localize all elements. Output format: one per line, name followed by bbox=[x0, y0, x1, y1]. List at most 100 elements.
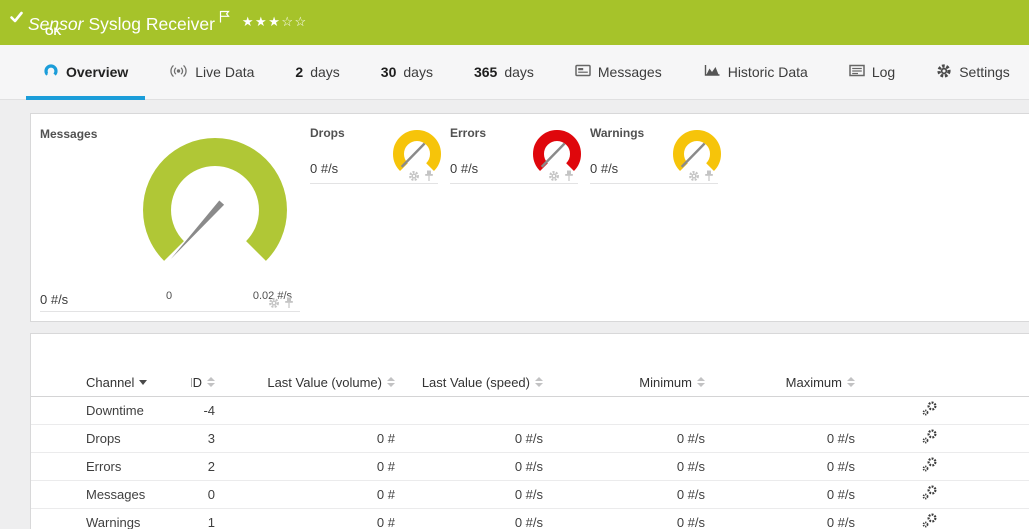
message-card-icon bbox=[575, 64, 591, 80]
column-header-last-value-speed[interactable]: Last Value (speed) bbox=[401, 375, 549, 390]
pin-icon[interactable] bbox=[704, 170, 714, 182]
channel-settings-icon[interactable] bbox=[921, 429, 938, 445]
gauge-scale-min: 0 bbox=[166, 290, 172, 302]
channel-id: 0 bbox=[191, 487, 221, 502]
tab-30-days[interactable]: 30 days bbox=[364, 45, 450, 99]
last-value-speed: 0 #/s bbox=[401, 431, 549, 446]
last-value-volume: 0 # bbox=[221, 459, 401, 474]
tab-historic-data[interactable]: Historic Data bbox=[686, 45, 825, 99]
column-header-last-value-volume[interactable]: Last Value (volume) bbox=[221, 375, 401, 390]
gauges-panel: Messages 0 0.02 #/s 0 #/s Drops 0 #/s bbox=[30, 113, 1029, 322]
last-value-volume: 0 # bbox=[221, 515, 401, 529]
maximum-value: 0 #/s bbox=[711, 459, 861, 474]
gauge-value: 0 #/s bbox=[40, 292, 68, 307]
column-header-minimum[interactable]: Minimum bbox=[549, 375, 711, 390]
maximum-value: 0 #/s bbox=[711, 431, 861, 446]
gauge-label: Messages bbox=[40, 127, 97, 141]
sensor-status-header: SensorSyslog Receiver★★★☆☆ OK bbox=[0, 0, 1029, 45]
table-row-downtime: Downtime -4 bbox=[31, 397, 1029, 425]
tab-live-data[interactable]: Live Data bbox=[152, 45, 271, 99]
tab-label: Messages bbox=[598, 64, 662, 80]
tab-label: days bbox=[310, 64, 340, 80]
tab-label: Log bbox=[872, 64, 895, 80]
column-header-maximum[interactable]: Maximum bbox=[711, 375, 861, 390]
column-label: Minimum bbox=[639, 375, 692, 390]
gear-icon[interactable] bbox=[548, 170, 560, 182]
last-value-volume: 0 # bbox=[221, 487, 401, 502]
tab-label: Live Data bbox=[195, 64, 254, 80]
broadcast-icon bbox=[169, 64, 188, 81]
channel-id: 3 bbox=[191, 431, 221, 446]
gauge-label: Errors bbox=[450, 126, 486, 140]
channel-settings-icon[interactable] bbox=[921, 401, 938, 417]
tab-365-days[interactable]: 365 days bbox=[457, 45, 551, 99]
table-row-warnings: Warnings 1 0 # 0 #/s 0 #/s 0 #/s bbox=[31, 509, 1029, 529]
tab-messages[interactable]: Messages bbox=[558, 45, 679, 99]
channels-panel: Channel ID Last Value (volume) Last Valu… bbox=[30, 333, 1029, 529]
list-box-icon bbox=[849, 64, 865, 80]
channel-settings-icon[interactable] bbox=[921, 457, 938, 473]
pin-icon[interactable] bbox=[564, 170, 574, 182]
tab-2-days[interactable]: 2 days bbox=[278, 45, 356, 99]
tab-number: 30 bbox=[381, 64, 397, 80]
last-value-speed: 0 #/s bbox=[401, 459, 549, 474]
gauge-value: 0 #/s bbox=[450, 161, 478, 176]
priority-stars[interactable]: ★★★☆☆ bbox=[242, 14, 308, 29]
sort-icon bbox=[387, 377, 395, 387]
gauge-cell-errors: Errors 0 #/s bbox=[450, 121, 578, 184]
last-value-speed: 0 #/s bbox=[401, 515, 549, 529]
gear-icon[interactable] bbox=[408, 170, 420, 182]
channel-id: 1 bbox=[191, 515, 221, 529]
tab-settings[interactable]: Settings bbox=[919, 45, 1027, 99]
tab-log[interactable]: Log bbox=[832, 45, 912, 99]
table-row-drops: Drops 3 0 # 0 #/s 0 #/s 0 #/s bbox=[31, 425, 1029, 453]
gauge-label: Warnings bbox=[590, 126, 644, 140]
gauge-arc bbox=[157, 152, 273, 251]
tab-bar: Overview Live Data 2 days 30 days 365 da… bbox=[0, 45, 1029, 100]
prtg-sensor-page: SensorSyslog Receiver★★★☆☆ OK Overview L… bbox=[0, 0, 1029, 529]
sensor-name: Syslog Receiver bbox=[88, 14, 214, 34]
maximum-value: 0 #/s bbox=[711, 487, 861, 502]
table-row-errors: Errors 2 0 # 0 #/s 0 #/s 0 #/s bbox=[31, 453, 1029, 481]
channel-name: Messages bbox=[31, 487, 191, 502]
tab-label: days bbox=[504, 64, 534, 80]
pin-icon[interactable] bbox=[284, 297, 294, 309]
channels-table: Channel ID Last Value (volume) Last Valu… bbox=[31, 368, 1029, 529]
sort-icon bbox=[207, 377, 215, 387]
minimum-value: 0 #/s bbox=[549, 431, 711, 446]
tab-overview[interactable]: Overview bbox=[26, 45, 145, 99]
status-badge: OK bbox=[45, 26, 62, 38]
channel-settings-icon[interactable] bbox=[921, 485, 938, 501]
tab-number: 2 bbox=[295, 64, 303, 80]
area-chart-icon bbox=[703, 64, 721, 80]
column-header-id[interactable]: ID bbox=[191, 375, 221, 390]
channel-id: -4 bbox=[191, 403, 221, 418]
channel-name: Errors bbox=[31, 459, 191, 474]
maximum-value: 0 #/s bbox=[711, 515, 861, 529]
channel-name: Warnings bbox=[31, 515, 191, 529]
ok-check-icon bbox=[9, 10, 24, 29]
column-header-channel[interactable]: Channel bbox=[31, 375, 191, 390]
gear-icon[interactable] bbox=[688, 170, 700, 182]
gauge-needle-icon bbox=[171, 201, 224, 260]
column-label: Last Value (volume) bbox=[267, 375, 382, 390]
table-header-row: Channel ID Last Value (volume) Last Valu… bbox=[31, 368, 1029, 397]
channel-settings-icon[interactable] bbox=[921, 513, 938, 529]
tab-label: Historic Data bbox=[728, 64, 808, 80]
channel-name: Downtime bbox=[31, 403, 191, 418]
gauge-cell-drops: Drops 0 #/s bbox=[310, 121, 438, 184]
sort-icon bbox=[697, 377, 705, 387]
column-label: Maximum bbox=[786, 375, 842, 390]
column-label: Last Value (speed) bbox=[422, 375, 530, 390]
gauge-icon bbox=[43, 63, 59, 82]
last-value-speed: 0 #/s bbox=[401, 487, 549, 502]
gauge-value: 0 #/s bbox=[590, 161, 618, 176]
sort-desc-icon bbox=[139, 380, 147, 385]
pin-icon[interactable] bbox=[424, 170, 434, 182]
flag-icon[interactable] bbox=[219, 7, 230, 28]
gear-icon[interactable] bbox=[268, 297, 280, 309]
gauge-label: Drops bbox=[310, 126, 345, 140]
channel-id: 2 bbox=[191, 459, 221, 474]
column-label: ID bbox=[191, 375, 202, 390]
last-value-volume: 0 # bbox=[221, 431, 401, 446]
